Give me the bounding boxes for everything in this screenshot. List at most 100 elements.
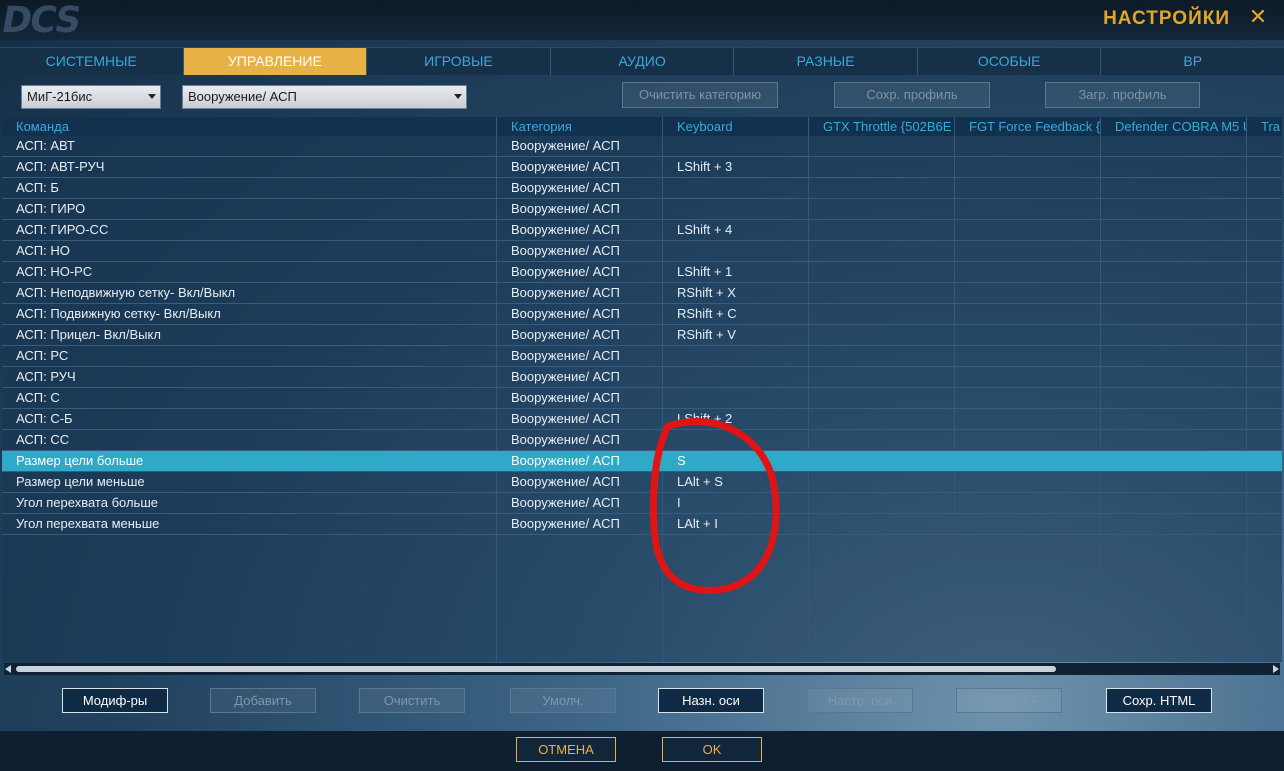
scroll-right-arrow-icon[interactable] <box>1273 665 1279 673</box>
column-header-category[interactable]: Категория <box>497 117 662 136</box>
tab-special[interactable]: ОСОБЫЕ <box>918 48 1102 75</box>
cell-category: Вооружение/ АСП <box>511 495 620 510</box>
cell-command: Размер цели больше <box>16 453 144 468</box>
table-row[interactable]: АСП: СС Вооружение/ АСП <box>2 430 1282 451</box>
cell-keyboard: LShift + 3 <box>677 159 733 174</box>
cell-category: Вооружение/ АСП <box>511 159 620 174</box>
cancel-button[interactable]: ОТМЕНА <box>516 737 616 762</box>
table-row[interactable]: Размер цели меньше Вооружение/ АСП LAlt + … <box>2 472 1282 493</box>
cell-command: Угол перехвата больше <box>16 495 158 510</box>
table-row[interactable]: АСП: РУЧ Вооружение/ АСП <box>2 367 1282 388</box>
cell-category: Вооружение/ АСП <box>511 222 620 237</box>
bindings-table: Команда Категория Keyboard GTX Throttle … <box>2 117 1282 662</box>
cell-category: Вооружение/ АСП <box>511 411 620 426</box>
cell-keyboard: RShift + C <box>677 306 737 321</box>
window-title: НАСТРОЙКИ <box>1103 8 1230 29</box>
table-row[interactable]: АСП: НО-РС Вооружение/ АСП LShift + 1 <box>2 262 1282 283</box>
cell-keyboard: LShift + 1 <box>677 264 733 279</box>
add-button[interactable]: Добавить <box>210 688 316 713</box>
table-row[interactable]: Угол перехвата больше Вооружение/ АСП I <box>2 493 1282 514</box>
table-row[interactable]: АСП: ГИРО Вооружение/ АСП <box>2 199 1282 220</box>
cell-category: Вооружение/ АСП <box>511 180 620 195</box>
cell-command: АСП: АВТ <box>16 138 75 153</box>
tab-system[interactable]: СИСТЕМНЫЕ <box>0 48 184 75</box>
cell-command: АСП: РУЧ <box>16 369 76 384</box>
tab-misc[interactable]: РАЗНЫЕ <box>734 48 918 75</box>
table-row[interactable]: АСП: Подвижную сетку- Вкл/Выкл Вооружение… <box>2 304 1282 325</box>
axis-assign-button[interactable]: Назн. оси <box>658 688 764 713</box>
default-button[interactable]: Умолч. <box>510 688 616 713</box>
scrollbar-thumb[interactable] <box>16 666 1056 672</box>
table-row[interactable]: АСП: Неподвижную сетку- Вкл/Выкл Вооружен… <box>2 283 1282 304</box>
aircraft-select[interactable]: МиГ-21бис <box>21 85 161 109</box>
table-row[interactable]: АСП: НО Вооружение/ АСП <box>2 241 1282 262</box>
cell-command: АСП: С <box>16 390 60 405</box>
settings-tabs: СИСТЕМНЫЕ УПРАВЛЕНИЕ ИГРОВЫЕ АУДИО РАЗНЫ… <box>0 47 1284 75</box>
cell-command: АСП: НО-РС <box>16 264 93 279</box>
table-row[interactable]: АСП: АВТ-РУЧ Вооружение/ АСП LShift + 3 <box>2 157 1282 178</box>
cell-category: Вооружение/ АСП <box>511 264 620 279</box>
chevron-down-icon <box>148 94 156 99</box>
dcs-logo: DCS <box>0 0 83 41</box>
tab-gameplay[interactable]: ИГРОВЫЕ <box>367 48 551 75</box>
table-row[interactable]: АСП: АВТ Вооружение/ АСП <box>2 136 1282 157</box>
table-row[interactable]: АСП: С Вооружение/ АСП <box>2 388 1282 409</box>
column-header-device-3[interactable]: Defender COBRA M5 U <box>1101 117 1246 136</box>
column-header-command[interactable]: Команда <box>2 117 496 136</box>
tab-audio[interactable]: АУДИО <box>551 48 735 75</box>
table-row[interactable]: АСП: Прицел- Вкл/Выкл Вооружение/ АСП RShi… <box>2 325 1282 346</box>
cell-keyboard: RShift + V <box>677 327 736 342</box>
cell-category: Вооружение/ АСП <box>511 369 620 384</box>
cell-command: Угол перехвата меньше <box>16 516 160 531</box>
save-html-button[interactable]: Сохр. HTML <box>1106 688 1212 713</box>
column-header-device-4[interactable]: Tra <box>1247 117 1282 136</box>
cell-keyboard: LShift + 4 <box>677 222 733 237</box>
cell-command: АСП: ГИРО <box>16 201 86 216</box>
cell-category: Вооружение/ АСП <box>511 432 620 447</box>
cell-category: Вооружение/ АСП <box>511 138 620 153</box>
ff-tune-button[interactable]: Настр. FF <box>956 688 1062 713</box>
ok-button[interactable]: OK <box>662 737 762 762</box>
cell-command: АСП: АВТ-РУЧ <box>16 159 105 174</box>
cell-command: АСП: С-Б <box>16 411 73 426</box>
cell-keyboard: S <box>677 453 686 468</box>
cell-command: АСП: НО <box>16 243 70 258</box>
cell-command: Размер цели меньше <box>16 474 145 489</box>
column-header-device-2[interactable]: FGT Force Feedback { <box>955 117 1100 136</box>
cell-category: Вооружение/ АСП <box>511 516 620 531</box>
clear-category-button[interactable]: Очистить категорию <box>622 82 778 108</box>
cell-keyboard: LAlt + I <box>677 516 718 531</box>
cell-command: АСП: ГИРО-СС <box>16 222 109 237</box>
cell-keyboard: I <box>677 495 681 510</box>
title-bar: DCS НАСТРОЙКИ ✕ <box>0 0 1284 41</box>
table-row[interactable]: АСП: С-Б Вооружение/ АСП LShift + 2 <box>2 409 1282 430</box>
cell-category: Вооружение/ АСП <box>511 390 620 405</box>
table-row[interactable]: Угол перехвата меньше Вооружение/ АСП LAlt… <box>2 514 1282 535</box>
cell-category: Вооружение/ АСП <box>511 201 620 216</box>
clear-button[interactable]: Очистить <box>359 688 465 713</box>
cell-command: АСП: СС <box>16 432 70 447</box>
cell-command: АСП: Неподвижную сетку- Вкл/Выкл <box>16 285 236 300</box>
table-row[interactable]: АСП: Б Вооружение/ АСП <box>2 178 1282 199</box>
save-profile-button[interactable]: Сохр. профиль <box>834 82 990 108</box>
cell-category: Вооружение/ АСП <box>511 474 620 489</box>
scroll-left-arrow-icon[interactable] <box>5 665 11 673</box>
tab-controls[interactable]: УПРАВЛЕНИЕ <box>183 48 368 75</box>
axis-tune-button[interactable]: Настр. оси <box>807 688 913 713</box>
category-select-value: Вооружение/ АСП <box>188 89 297 104</box>
table-row[interactable]: Размер цели больше Вооружение/ АСП S <box>2 451 1282 472</box>
footer-bar <box>0 731 1284 771</box>
cell-category: Вооружение/ АСП <box>511 285 620 300</box>
column-header-device-1[interactable]: GTX Throttle {502B6E <box>809 117 954 136</box>
load-profile-button[interactable]: Загр. профиль <box>1045 82 1200 108</box>
settings-window: DCS НАСТРОЙКИ ✕ СИСТЕМНЫЕ УПРАВЛЕНИЕ ИГР… <box>0 0 1284 771</box>
table-row[interactable]: АСП: ГИРО-СС Вооружение/ АСП LShift + 4 <box>2 220 1282 241</box>
column-header-keyboard[interactable]: Keyboard <box>663 117 808 136</box>
close-icon[interactable]: ✕ <box>1246 6 1270 30</box>
horizontal-scrollbar[interactable] <box>4 663 1280 675</box>
category-select[interactable]: Вооружение/ АСП <box>182 85 467 109</box>
table-row[interactable]: АСП: РС Вооружение/ АСП <box>2 346 1282 367</box>
modifiers-button[interactable]: Модиф-ры <box>62 688 168 713</box>
cell-category: Вооружение/ АСП <box>511 243 620 258</box>
tab-vr[interactable]: ВР <box>1101 48 1284 75</box>
